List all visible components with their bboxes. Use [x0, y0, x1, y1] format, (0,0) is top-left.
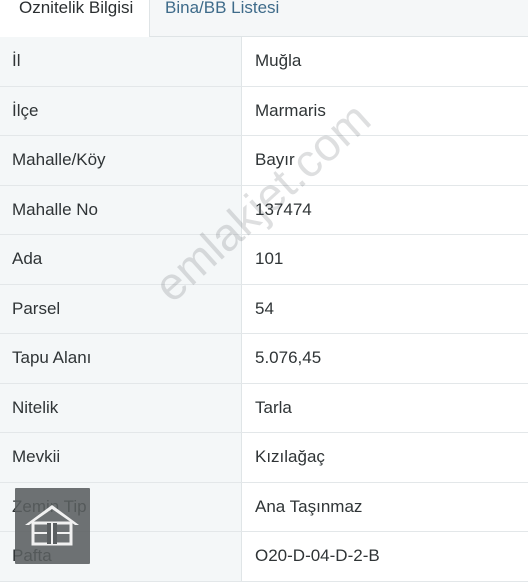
- row-value: 101: [243, 235, 528, 284]
- row-value: 5.076,45: [243, 334, 528, 383]
- row-value: Kızılağaç: [243, 433, 528, 482]
- row-label: İl: [0, 37, 242, 86]
- table-row: Mevkii Kızılağaç: [0, 433, 528, 483]
- house-logo-icon: [15, 488, 90, 564]
- tab-label: Oznitelik Bilgisi: [19, 0, 134, 17]
- row-label: Parsel: [0, 284, 242, 333]
- row-value: 54: [243, 284, 528, 333]
- row-label: İlçe: [0, 86, 242, 135]
- row-value: Ana Taşınmaz: [243, 482, 528, 531]
- table-row: İlçe Marmaris: [0, 86, 528, 136]
- row-label: Ada: [0, 235, 242, 284]
- table-row: İl Muğla: [0, 37, 528, 87]
- tab-oznitelik-bilgisi[interactable]: Oznitelik Bilgisi: [0, 0, 150, 38]
- row-value: Tarla: [243, 383, 528, 432]
- table-row: Parsel 54: [0, 284, 528, 334]
- table-row: Ada 101: [0, 235, 528, 285]
- row-value: O20-D-04-D-2-B: [243, 532, 528, 581]
- row-label: Mahalle/Köy: [0, 136, 242, 185]
- tab-label: Bina/BB Listesi: [165, 0, 280, 17]
- row-value: Marmaris: [243, 86, 528, 135]
- table-row: Tapu Alanı 5.076,45: [0, 334, 528, 384]
- row-label: Mahalle No: [0, 185, 242, 234]
- row-label: Tapu Alanı: [0, 334, 242, 383]
- table-row: Nitelik Tarla: [0, 383, 528, 433]
- table-row: Mahalle No 137474: [0, 185, 528, 235]
- row-value: 137474: [243, 185, 528, 234]
- row-label: Mevkii: [0, 433, 242, 482]
- row-value: Muğla: [243, 37, 528, 86]
- tab-bar: Oznitelik Bilgisi Bina/BB Listesi: [0, 0, 528, 38]
- table-row: Mahalle/Köy Bayır: [0, 136, 528, 186]
- row-label: Nitelik: [0, 383, 242, 432]
- row-value: Bayır: [243, 136, 528, 185]
